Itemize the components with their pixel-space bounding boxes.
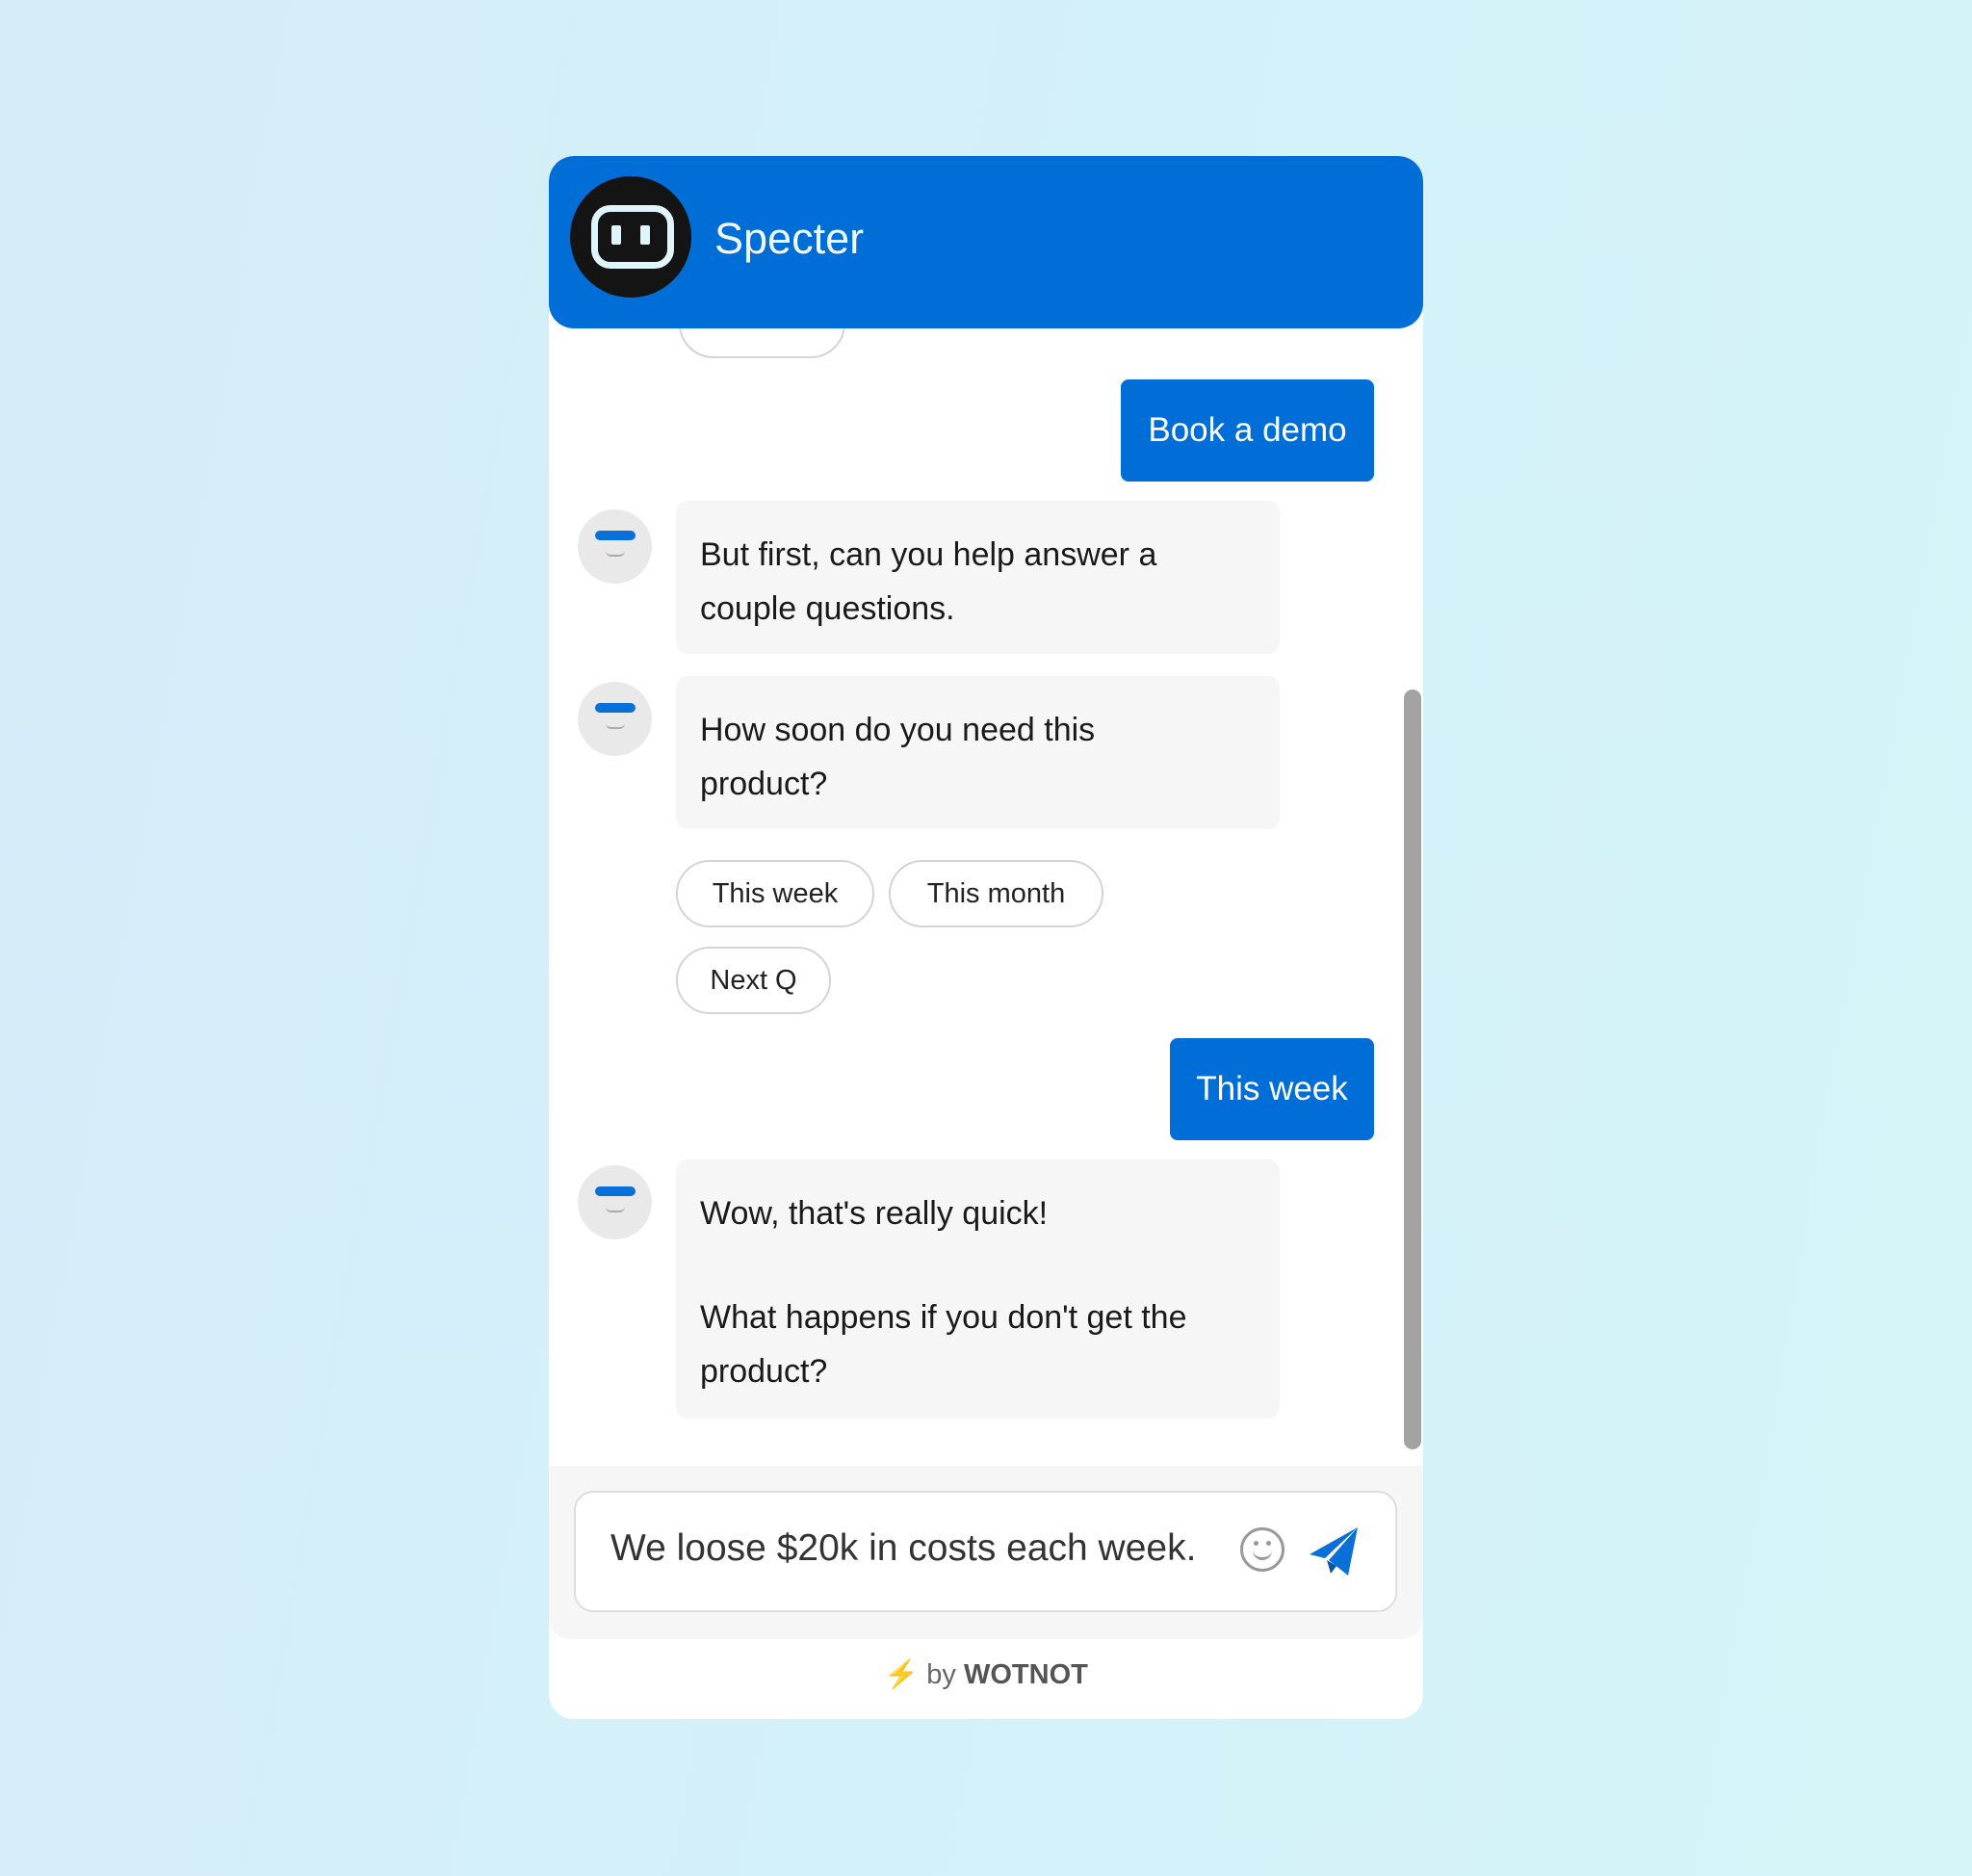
chat-widget: Specter Book a demo But first, can you h… bbox=[549, 156, 1423, 1719]
message-input[interactable]: We loose $20k in costs each week. bbox=[574, 1491, 1397, 1612]
bot-message-line: What happens if you don't get the produc… bbox=[700, 1299, 1187, 1390]
bot-avatar bbox=[578, 682, 652, 756]
bot-message-line: Wow, that's really quick! bbox=[700, 1195, 1049, 1232]
send-icon[interactable] bbox=[1308, 1525, 1362, 1577]
powered-by[interactable]: ⚡ by WOTNOT bbox=[549, 1658, 1423, 1691]
quick-reply-this-month[interactable]: This month bbox=[889, 860, 1103, 927]
quick-reply-this-week[interactable]: This week bbox=[676, 860, 874, 927]
bot-avatar bbox=[578, 509, 652, 584]
bot-message: But first, can you help answer a couple … bbox=[676, 501, 1280, 654]
emoji-icon[interactable] bbox=[1240, 1527, 1284, 1572]
user-message: This week bbox=[1170, 1038, 1374, 1140]
robot-face-icon bbox=[570, 176, 691, 298]
powered-by-prefix: by bbox=[926, 1659, 956, 1690]
bot-message: Wow, that's really quick! What happens i… bbox=[676, 1159, 1280, 1419]
bot-name: Specter bbox=[714, 214, 865, 263]
bot-message: How soon do you need this product? bbox=[676, 676, 1280, 829]
quick-reply-next-q[interactable]: Next Q bbox=[676, 947, 831, 1014]
message-input-value: We loose $20k in costs each week. bbox=[610, 1527, 1197, 1569]
composer: We loose $20k in costs each week. bbox=[549, 1466, 1423, 1639]
powered-by-brand: WOTNOT bbox=[964, 1659, 1088, 1690]
lightning-icon: ⚡ bbox=[884, 1659, 920, 1690]
user-message: Book a demo bbox=[1121, 379, 1374, 482]
message-list: Book a demo But first, can you help answ… bbox=[549, 156, 1423, 1622]
scrollbar[interactable] bbox=[1404, 690, 1421, 1449]
chat-header: Specter bbox=[549, 156, 1423, 328]
bot-avatar bbox=[578, 1165, 652, 1239]
